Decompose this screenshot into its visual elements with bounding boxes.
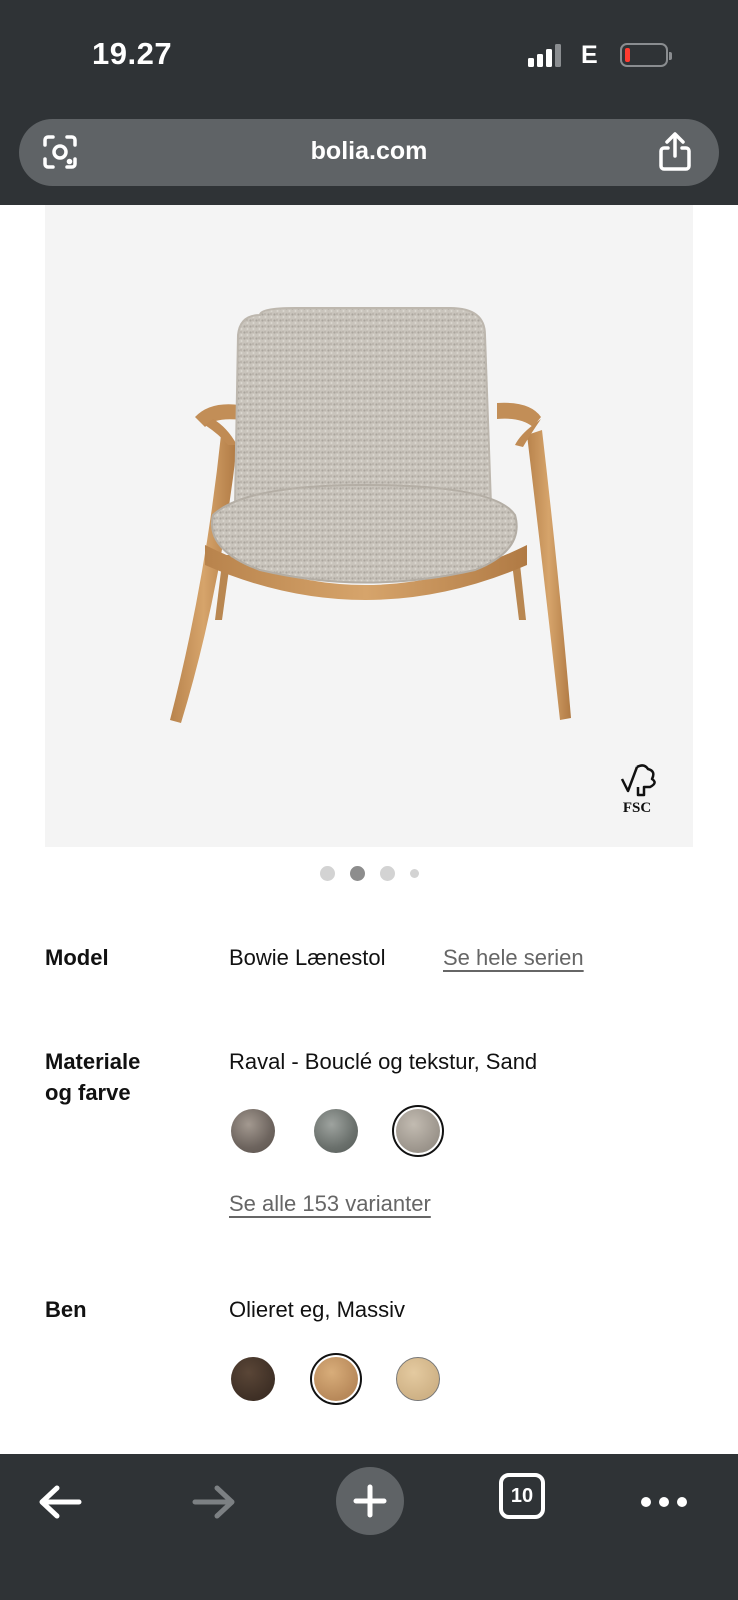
fabric-swatch-2[interactable] bbox=[314, 1109, 358, 1153]
forward-button[interactable] bbox=[184, 1474, 244, 1530]
share-icon[interactable] bbox=[657, 132, 693, 172]
legs-value: Olieret eg, Massiv bbox=[229, 1297, 406, 1322]
tabs-button[interactable]: 10 bbox=[499, 1473, 545, 1519]
more-button[interactable] bbox=[634, 1474, 694, 1530]
more-icon bbox=[641, 1497, 687, 1507]
pagination-dot[interactable] bbox=[319, 866, 335, 881]
image-pagination[interactable] bbox=[0, 866, 738, 881]
fsc-logo: FSC bbox=[611, 759, 663, 819]
armchair-illustration bbox=[170, 307, 571, 723]
address-bar[interactable]: bolia.com bbox=[19, 119, 719, 186]
back-button[interactable] bbox=[30, 1474, 90, 1530]
wood-swatch-oiled-oak-selected[interactable] bbox=[314, 1357, 358, 1401]
see-all-variants-link[interactable]: Se alle 153 varianter bbox=[229, 1188, 431, 1219]
product-image[interactable]: FSC bbox=[45, 205, 693, 847]
wood-swatch-dark[interactable] bbox=[231, 1357, 275, 1401]
pagination-dot-active[interactable] bbox=[349, 866, 365, 881]
plus-icon bbox=[353, 1484, 387, 1518]
fabric-swatch-1[interactable] bbox=[231, 1109, 275, 1153]
see-series-link[interactable]: Se hele serien bbox=[443, 942, 584, 973]
signal-icon bbox=[528, 43, 561, 67]
browser-toolbar: 10 bbox=[0, 1454, 738, 1600]
pagination-dot[interactable] bbox=[379, 866, 395, 881]
material-label: Materiale og farve bbox=[45, 1049, 141, 1105]
new-tab-button[interactable] bbox=[336, 1467, 404, 1535]
browser-top-chrome: 19.27 E bolia.com bbox=[0, 0, 738, 205]
address-domain[interactable]: bolia.com bbox=[19, 137, 719, 166]
battery-icon bbox=[619, 43, 672, 67]
status-time: 19.27 bbox=[92, 36, 173, 71]
model-value: Bowie Lænestol bbox=[229, 945, 386, 970]
status-indicators: E bbox=[528, 40, 672, 70]
legs-label: Ben bbox=[45, 1297, 87, 1322]
fabric-swatch-3-selected[interactable] bbox=[396, 1109, 440, 1153]
forward-arrow-icon bbox=[192, 1485, 235, 1519]
network-type: E bbox=[581, 40, 598, 69]
material-value: Raval - Bouclé og tekstur, Sand bbox=[229, 1049, 538, 1074]
back-arrow-icon bbox=[39, 1485, 82, 1519]
pagination-dot[interactable] bbox=[409, 869, 419, 878]
wood-swatch-light[interactable] bbox=[396, 1357, 440, 1401]
model-label: Model bbox=[45, 945, 109, 970]
